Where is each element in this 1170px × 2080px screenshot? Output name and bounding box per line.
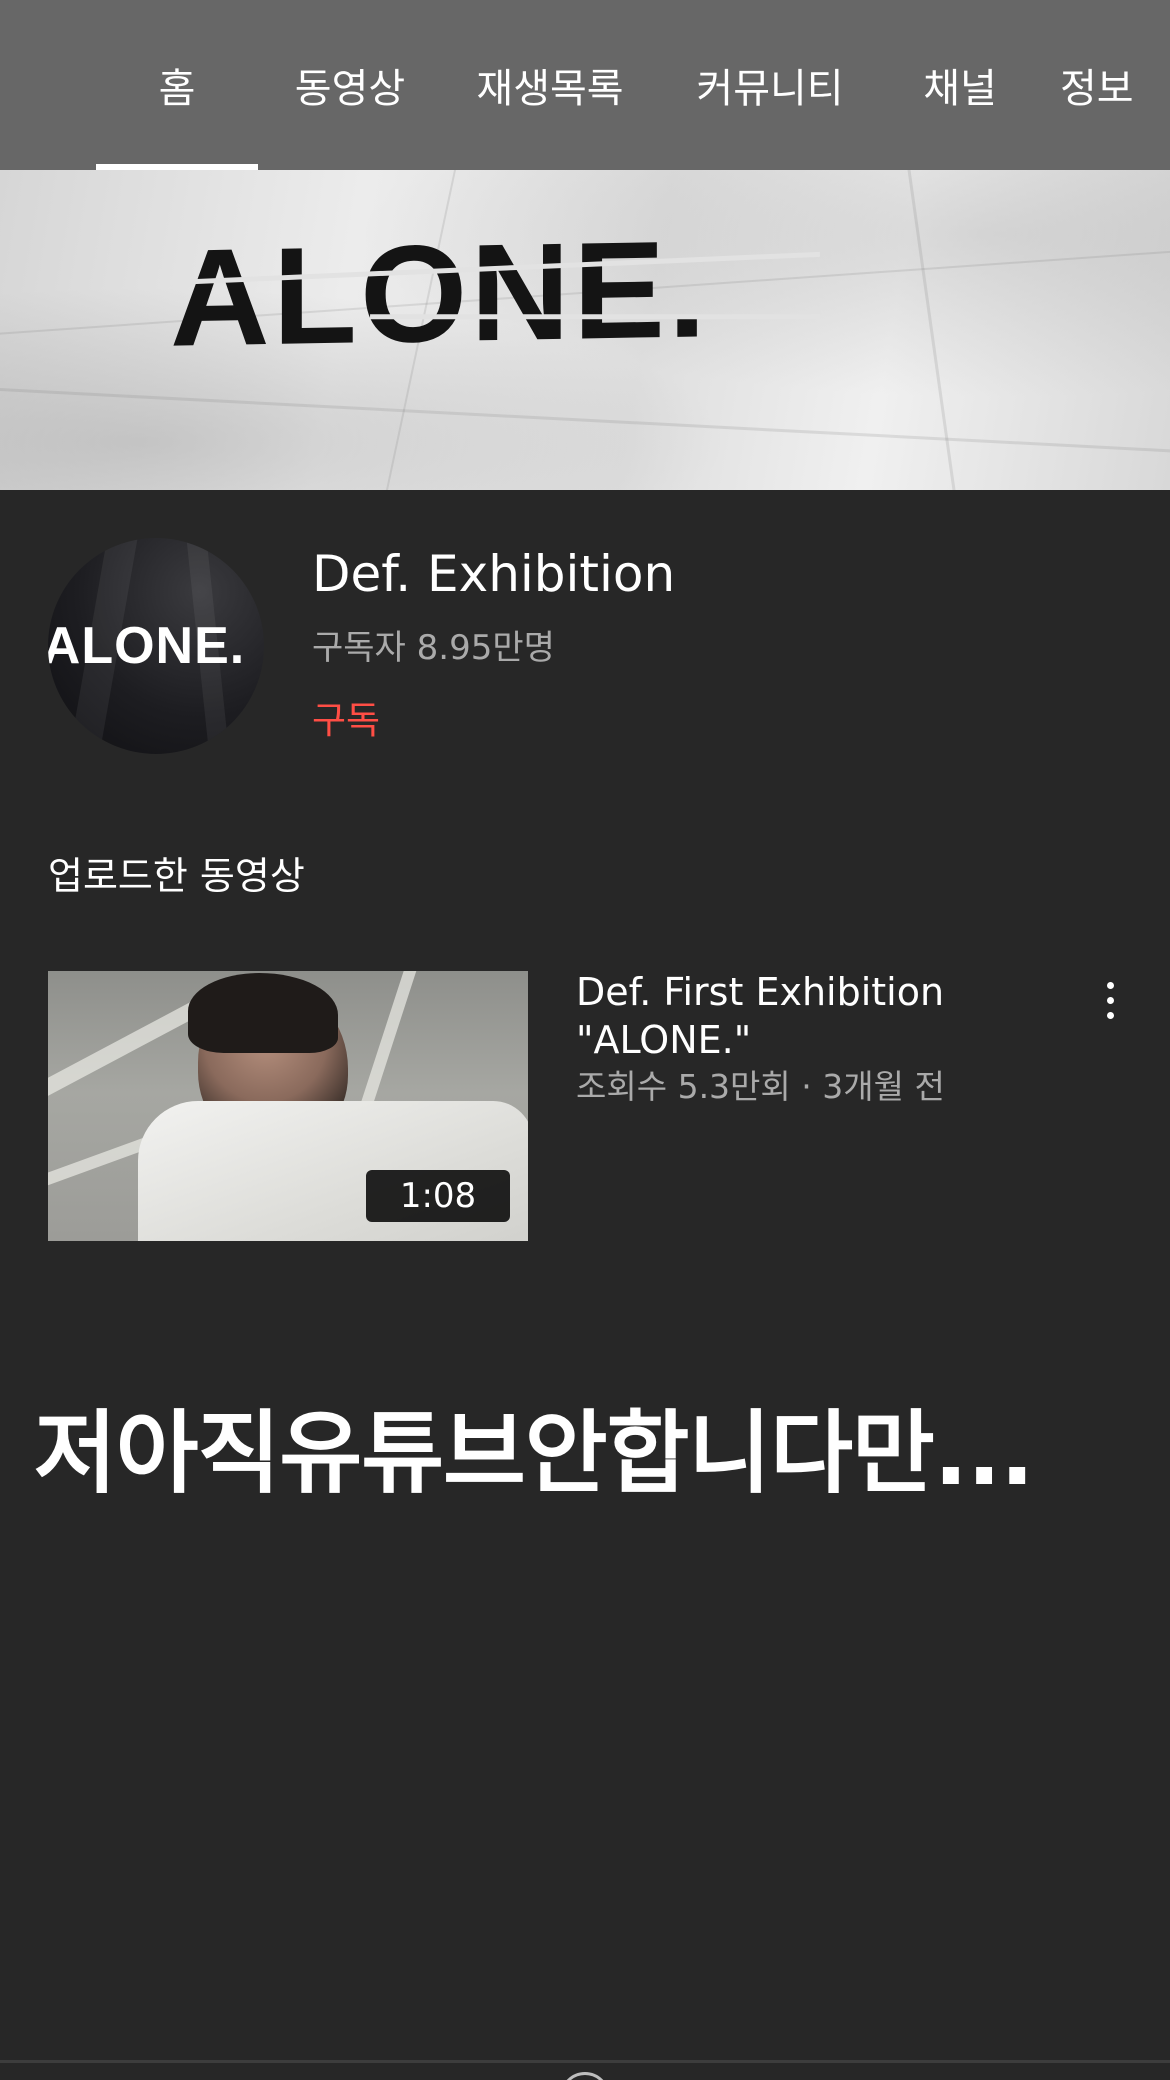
overlay-caption: 저아직유튜브안합니다만...: [34, 1401, 1034, 1506]
video-title[interactable]: Def. First Exhibition "ALONE.": [576, 968, 1046, 1064]
bottom-nav-icon[interactable]: [560, 2072, 610, 2080]
channel-tab-bar: 홈 동영상 재생목록 커뮤니티 채널 정보: [0, 0, 1170, 170]
channel-banner: ALONE.: [0, 170, 1170, 490]
subscriber-count: 구독자 8.95만명: [312, 628, 555, 668]
bottom-divider: [0, 2060, 1170, 2063]
banner-texture: [0, 385, 1170, 458]
more-vert-dot: [1106, 1011, 1114, 1019]
banner-logo: ALONE.: [170, 222, 820, 364]
channel-page: 홈 동영상 재생목록 커뮤니티 채널 정보 ALONE. ALONE. Def.…: [0, 0, 1170, 2080]
uploads-section-title: 업로드한 동영상: [48, 854, 305, 898]
video-duration-badge: 1:08: [366, 1170, 510, 1222]
banner-logo-text: ALONE.: [170, 222, 710, 364]
banner-texture: [904, 170, 959, 490]
thumbnail-person: [188, 973, 338, 1053]
tab-videos[interactable]: 동영상: [270, 0, 430, 170]
tab-home[interactable]: 홈: [96, 0, 258, 170]
tab-about[interactable]: 정보: [1060, 0, 1170, 170]
channel-name: Def. Exhibition: [312, 545, 676, 603]
tab-channels[interactable]: 채널: [890, 0, 1030, 170]
video-meta: 조회수 5.3만회 · 3개월 전: [576, 1067, 945, 1106]
subscribe-button[interactable]: 구독: [312, 690, 380, 744]
more-vert-icon[interactable]: [1090, 972, 1130, 1028]
banner-logo-tear: [369, 314, 820, 320]
tab-community[interactable]: 커뮤니티: [670, 0, 870, 170]
more-vert-dot: [1106, 981, 1114, 989]
channel-avatar[interactable]: ALONE.: [48, 538, 264, 754]
more-vert-dot: [1106, 996, 1114, 1004]
avatar-logo-text: ALONE.: [48, 617, 246, 675]
tab-playlists[interactable]: 재생목록: [450, 0, 650, 170]
